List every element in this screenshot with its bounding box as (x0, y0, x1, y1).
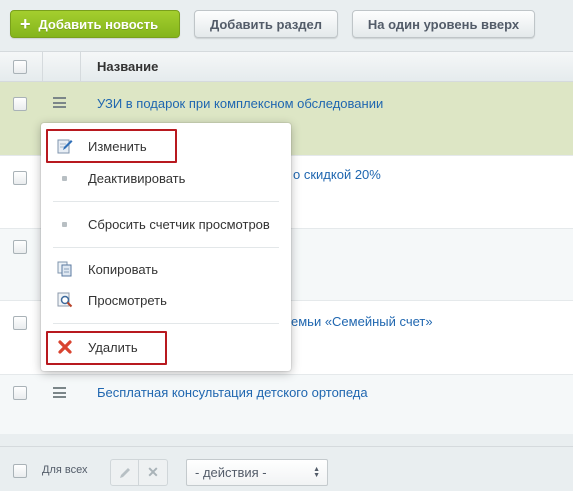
row-checkbox[interactable] (13, 171, 27, 185)
apply-to-all-checkbox[interactable] (13, 464, 27, 478)
highlight-box-delete (46, 331, 167, 365)
actions-select[interactable]: - действия - ▲ ▼ (186, 459, 328, 486)
edit-selected-button[interactable] (110, 459, 139, 486)
bullet-icon (62, 176, 67, 181)
row-title-link[interactable]: Бесплатная консультация детского ортопед… (97, 385, 368, 400)
menu-item-label: Копировать (88, 262, 158, 277)
level-up-button[interactable]: На один уровень вверх (352, 10, 535, 38)
column-title-header[interactable]: Название (97, 59, 158, 74)
highlight-box-edit (46, 129, 177, 163)
row-menu-icon[interactable] (53, 97, 66, 108)
select-all-checkbox[interactable] (13, 60, 27, 74)
menu-item-reset-counter[interactable]: Сбросить счетчик просмотров (41, 211, 291, 237)
for-all-label: Для всех (42, 464, 88, 476)
pencil-icon (119, 467, 130, 478)
menu-item-label: Деактивировать (88, 171, 186, 186)
magnifier-icon (57, 292, 73, 308)
row-checkbox[interactable] (13, 240, 27, 254)
header-divider (42, 52, 43, 81)
add-news-label: Добавить новость (38, 16, 159, 32)
plus-icon: + (20, 14, 31, 34)
add-section-button[interactable]: Добавить раздел (194, 10, 338, 38)
row-checkbox[interactable] (13, 97, 27, 111)
actions-select-value: - действия - (195, 465, 267, 480)
bullet-icon (62, 222, 67, 227)
menu-item-label: Просмотреть (88, 293, 167, 308)
close-icon: ✕ (147, 464, 159, 480)
row-menu-icon[interactable] (53, 387, 66, 398)
menu-item-label: Сбросить счетчик просмотров (88, 217, 270, 232)
grid-header: Название (0, 51, 573, 82)
row-title-link[interactable]: емьи «Семейный счет» (291, 314, 433, 329)
menu-divider (53, 323, 279, 324)
delete-selected-button[interactable]: ✕ (139, 459, 168, 486)
row-title-link[interactable]: о скидкой 20% (293, 167, 381, 182)
row-checkbox[interactable] (13, 316, 27, 330)
menu-divider (53, 201, 279, 202)
row-title-link[interactable]: УЗИ в подарок при комплексном обследован… (97, 96, 383, 111)
add-news-button[interactable]: + Добавить новость (10, 10, 180, 38)
toolbar: + Добавить новость Добавить раздел На од… (0, 0, 573, 46)
select-arrows-icon: ▲ ▼ (313, 466, 320, 479)
menu-item-copy[interactable]: Копировать (41, 256, 291, 282)
group-actions-footer: Для всех ✕ - действия - ▲ ▼ (0, 446, 573, 491)
menu-item-view[interactable]: Просмотреть (41, 287, 291, 313)
table-row: Бесплатная консультация детского ортопед… (0, 375, 573, 434)
copy-icon (57, 261, 72, 277)
menu-item-deactivate[interactable]: Деактивировать (41, 165, 291, 191)
header-divider (80, 52, 81, 81)
menu-divider (53, 247, 279, 248)
row-checkbox[interactable] (13, 386, 27, 400)
